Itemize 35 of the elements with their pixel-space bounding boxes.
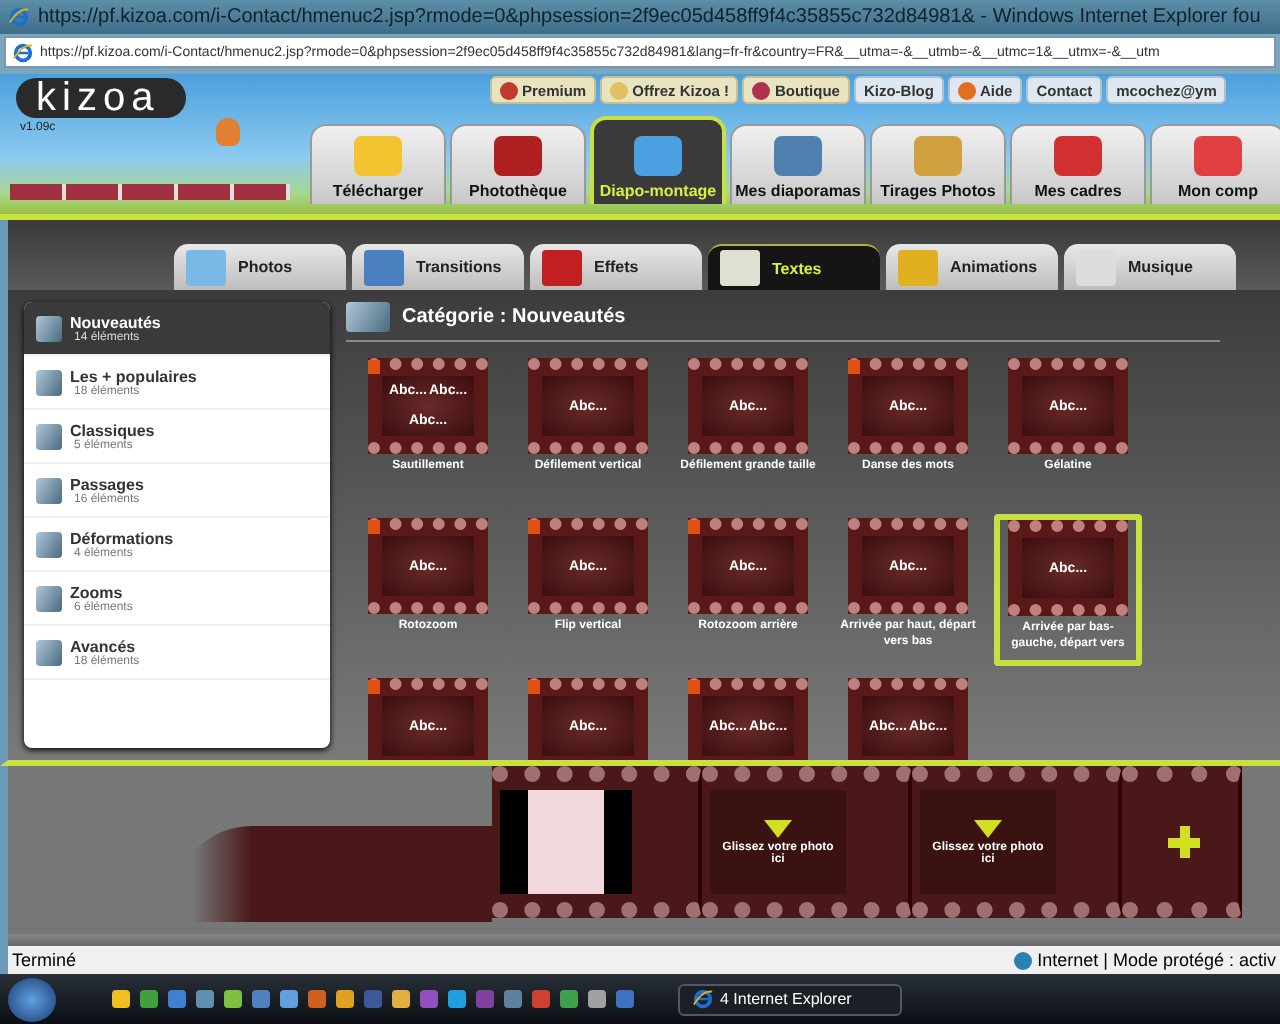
photo-placeholder: [500, 790, 632, 894]
category-name: Classiques: [70, 421, 155, 439]
main-tab[interactable]: Diapo-montage: [590, 116, 726, 204]
start-button[interactable]: [8, 977, 56, 1021]
category-name: Passages: [70, 475, 144, 493]
sub-tab[interactable]: Textes: [708, 244, 880, 290]
sub-tab[interactable]: Animations: [886, 244, 1058, 290]
category-name: Nouveautés: [70, 313, 161, 331]
browser-logo-icon: [692, 988, 714, 1010]
main-tab[interactable]: Télécharger: [310, 124, 446, 204]
balloon-icon: [216, 118, 240, 146]
globe-icon: [1013, 951, 1032, 969]
page-icon: [12, 41, 34, 63]
main-tab[interactable]: Mes diaporamas: [730, 124, 866, 204]
down-arrow-icon: [764, 819, 792, 837]
category-title: Catégorie : Nouveautés: [402, 306, 626, 328]
down-arrow-icon: [974, 819, 1002, 837]
sub-tab[interactable]: Musique: [1064, 244, 1236, 290]
kizoa-logo: kizoa: [16, 78, 186, 118]
category-name: Avancés: [70, 637, 136, 655]
sub-tab[interactable]: Photos: [174, 244, 346, 290]
status-text: Terminé: [12, 950, 77, 970]
security-zone: Internet | Mode protégé : activ: [1037, 950, 1276, 970]
sub-tab[interactable]: Transitions: [352, 244, 524, 290]
main-tab[interactable]: Mes cadres: [1010, 124, 1146, 204]
main-tab[interactable]: Mon comp: [1150, 124, 1280, 204]
main-tab[interactable]: Tirages Photos: [870, 124, 1006, 204]
taskbar-window-button[interactable]: 4 Internet Explorer: [678, 983, 902, 1015]
main-tab[interactable]: Photothèque: [450, 124, 586, 204]
window-title: https://pf.kizoa.com/i-Contact/hmenuc2.jsp?rmode=0&phpsession=2f9ec05d458ff9f4c35855c732d84981& - Windows Internet Explorer fou: [38, 6, 1261, 28]
browser-logo-icon: [8, 6, 30, 28]
category-name: Les + populaires: [70, 367, 197, 385]
category-name: Zooms: [70, 583, 123, 601]
sub-tab[interactable]: Effets: [530, 244, 702, 290]
category-name: Déformations: [70, 529, 174, 547]
